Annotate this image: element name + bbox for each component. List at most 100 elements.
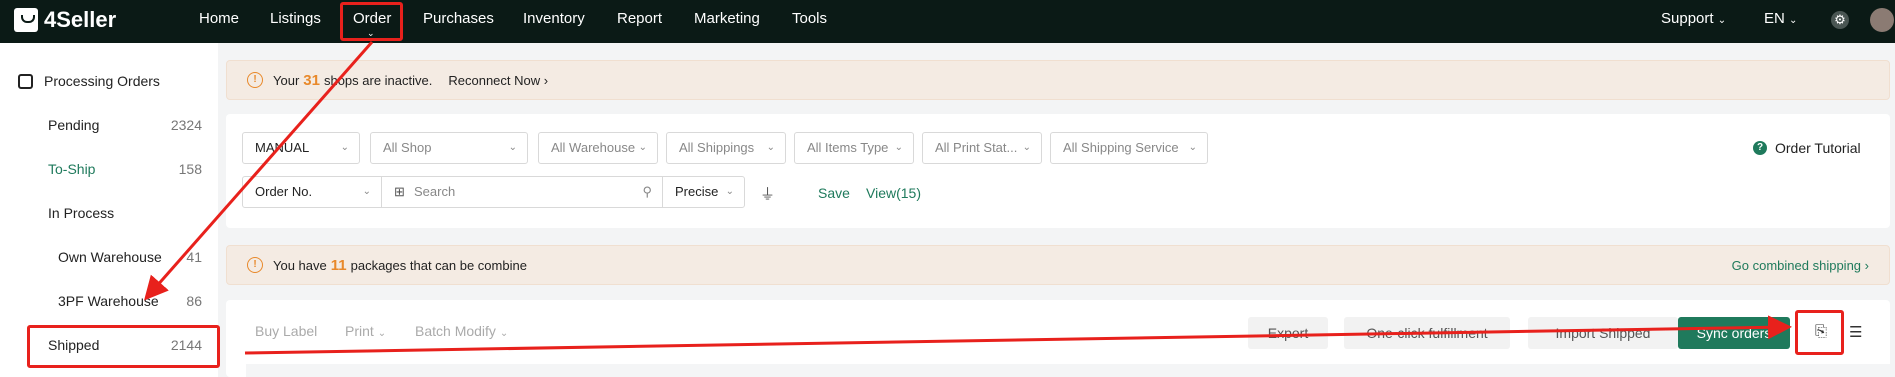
sidebar-item-count: 86 [186,293,202,309]
grid-icon: ⊞ [394,184,405,199]
brand-name: 4Seller [44,7,117,32]
language-menu[interactable]: EN ⌄ [1764,10,1797,27]
column-settings-icon[interactable]: ☰ [1849,323,1862,341]
annotation-box-upload-icon [1795,310,1844,355]
combine-packages-alert: ! You have 11 packages that can be combi… [226,245,1890,285]
support-label: Support [1661,10,1714,27]
table-header-strip [246,364,1890,377]
alert-text-prefix: You have [273,257,327,273]
support-menu[interactable]: Support ⌄ [1661,10,1726,27]
nav-listings[interactable]: Listings [270,10,321,27]
order-tutorial-link[interactable]: ? Order Tutorial [1753,140,1861,156]
alert-text-suffix: shops are inactive. [323,72,433,88]
batch-modify-menu[interactable]: Batch Modify ⌄ [415,323,508,339]
avatar[interactable] [1870,8,1894,32]
alert-text-prefix: Your [273,72,300,88]
sidebar-item-pending[interactable]: Pending 2324 [48,117,206,133]
sidebar-item-count: 158 [178,161,202,177]
chevron-down-icon: ⌄ [1188,142,1197,153]
alert-text-suffix: packages that can be combine [350,257,527,273]
warning-icon: ! [247,72,263,88]
print-status-select[interactable]: All Print Stat... ⌄ [922,132,1042,164]
save-filter-link[interactable]: Save [818,185,850,201]
chevron-right-icon: › [543,72,549,88]
shipping-service-select[interactable]: All Shipping Service ⌄ [1050,132,1208,164]
search-placeholder: Search [414,184,456,199]
sidebar-item-label: 3PF Warehouse [58,293,159,309]
one-click-fulfillment-button[interactable]: One-click fulfillment [1344,317,1510,349]
buy-label-button[interactable]: Buy Label [255,323,317,339]
select-value: Precise [675,184,719,199]
select-value: All Shippings [679,140,755,155]
brand-logo[interactable]: 4Seller [14,7,116,33]
chevron-down-icon: ⌄ [1717,15,1727,26]
chevron-down-icon: ⌄ [1022,142,1031,153]
sync-orders-button[interactable]: Sync orders [1678,317,1790,349]
batch-modify-label: Batch Modify [415,323,496,339]
export-button[interactable]: Export [1248,317,1328,349]
annotation-box-shipped [27,325,220,368]
filter-icon[interactable]: ⏚ [760,183,775,204]
chevron-down-icon: ⌄ [508,142,517,153]
nav-purchases[interactable]: Purchases [423,10,494,27]
order-tutorial-label: Order Tutorial [1775,140,1861,156]
shippings-select[interactable]: All Shippings ⌄ [666,132,786,164]
select-value: Order No. [255,184,313,199]
nav-tools[interactable]: Tools [792,10,827,27]
nav-inventory[interactable]: Inventory [523,10,585,27]
reconnect-now-link[interactable]: Reconnect Now › [448,73,548,88]
alert-count: 11 [330,256,347,274]
shop-select[interactable]: All Shop ⌄ [370,132,528,164]
chevron-down-icon: ⌄ [1789,15,1798,26]
select-value: MANUAL [255,140,310,155]
go-combined-shipping-link[interactable]: Go combined shipping › [1732,258,1869,273]
sidebar-item-label: Own Warehouse [58,249,162,265]
bag-icon [14,8,38,32]
order-source-select[interactable]: MANUAL ⌄ [242,132,360,164]
reconnect-now-label: Reconnect Now [448,72,541,88]
sidebar-item-in-process[interactable]: In Process [48,205,206,221]
select-value: All Shipping Service [1063,140,1179,155]
chevron-down-icon: ⌄ [766,142,775,153]
inactive-shops-alert: ! Your 31 shops are inactive. Reconnect … [226,60,1890,100]
sidebar-item-count: 41 [186,249,202,265]
print-menu[interactable]: Print ⌄ [345,323,386,339]
warning-icon: ! [247,257,263,273]
chevron-down-icon: ⌄ [894,142,903,153]
sidebar-item-label: In Process [48,205,115,221]
warehouse-select[interactable]: All Warehouse ⌄ [538,132,658,164]
search-input[interactable]: ⊞ Search ⚲ [381,176,663,208]
select-value: All Items Type [807,140,889,155]
language-label: EN [1764,10,1785,27]
alert-count: 31 [303,71,320,89]
select-value: All Print Stat... [935,140,1018,155]
chevron-down-icon: ⌄ [499,328,509,339]
chevron-down-icon: ⌄ [362,186,371,197]
import-shipped-button[interactable]: Import Shipped [1528,317,1678,349]
saved-views-link[interactable]: View(15) [866,185,921,201]
select-value: All Shop [383,140,432,155]
sidebar-item-label: Pending [48,117,100,133]
chevron-down-icon: ⌄ [340,142,349,153]
sidebar-section-processing-orders[interactable]: Processing Orders [18,73,160,89]
items-type-select[interactable]: All Items Type ⌄ [794,132,914,164]
sidebar-item-label: To-Ship [48,161,96,177]
select-value: All Warehouse [551,140,636,155]
settings-icon[interactable]: ⚙ [1831,11,1849,29]
chevron-down-icon: ⌄ [725,186,734,197]
print-label: Print [345,323,374,339]
nav-home[interactable]: Home [199,10,239,27]
sidebar-item-own-warehouse[interactable]: Own Warehouse 41 [58,249,206,265]
search-icon[interactable]: ⚲ [642,177,652,207]
chevron-down-icon: ⌄ [638,142,647,153]
nav-report[interactable]: Report [617,10,662,27]
sidebar-item-count: 2324 [170,117,202,133]
chevron-right-icon: › [1864,257,1869,273]
precise-select[interactable]: Precise ⌄ [662,176,745,208]
order-no-select[interactable]: Order No. ⌄ [242,176,382,208]
nav-marketing[interactable]: Marketing [694,10,760,27]
clipboard-icon [18,73,33,89]
sidebar-item-3pf-warehouse[interactable]: 3PF Warehouse 86 [58,293,206,309]
go-combined-shipping-label: Go combined shipping [1731,257,1862,273]
sidebar-item-to-ship[interactable]: To-Ship 158 [48,161,206,177]
